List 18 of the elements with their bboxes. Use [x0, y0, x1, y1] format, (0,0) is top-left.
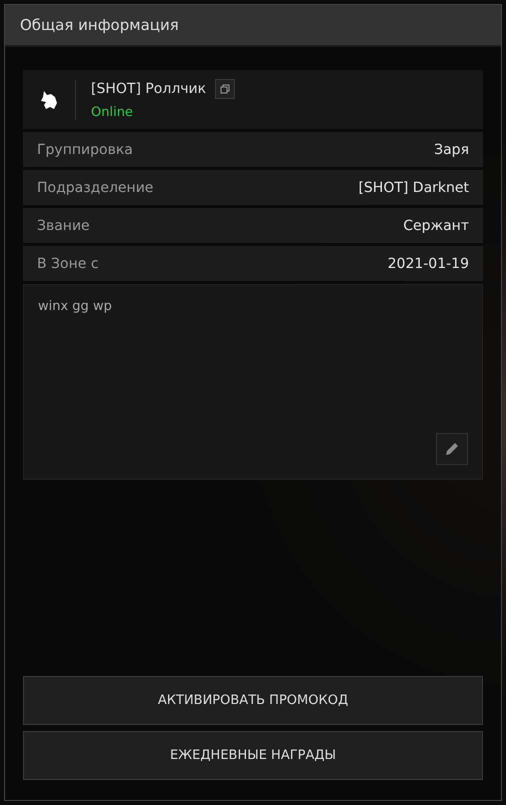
field-label: Звание [37, 218, 90, 234]
field-value: Сержант [403, 218, 469, 234]
copy-icon [220, 84, 230, 94]
field-value: [SHOT] Darknet [358, 180, 469, 196]
field-value: 2021-01-19 [388, 256, 469, 272]
field-label: Подразделение [37, 180, 154, 196]
player-name: [SHOT] Роллчик [91, 81, 206, 97]
note-text: winx gg wp [38, 299, 112, 314]
field-label: В Зоне с [37, 256, 99, 272]
field-value: Заря [434, 142, 469, 158]
pencil-icon [444, 441, 460, 457]
action-button[interactable]: ЕЖЕДНЕВНЫЕ НАГРАДЫ [23, 731, 483, 780]
action-button[interactable]: АКТИВИРОВАТЬ ПРОМОКОД [23, 676, 483, 725]
panel-title: Общая информация [20, 16, 179, 34]
copy-button[interactable] [215, 79, 236, 99]
online-status: Online [91, 105, 134, 120]
edit-button[interactable] [436, 433, 468, 465]
field-label: Группировка [37, 142, 133, 158]
